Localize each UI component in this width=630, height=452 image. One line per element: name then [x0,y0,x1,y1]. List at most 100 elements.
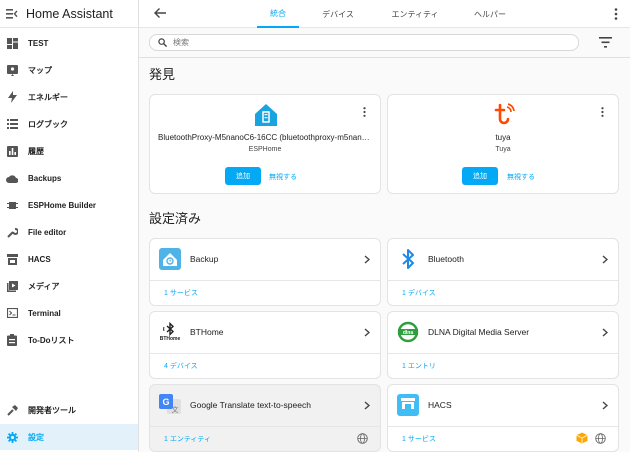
terminal-icon [6,307,18,319]
sidebar-item-test[interactable]: TEST [0,30,138,56]
configured-card-bluetooth[interactable]: Bluetooth 1 デバイス [387,238,619,306]
top-bar: 統合 デバイス エンティティ ヘルパー [139,0,630,28]
card-header[interactable]: G 文 Google Translate text-to-speech [150,385,380,425]
add-button[interactable]: 追加 [225,167,261,185]
divider [388,353,618,354]
card-header[interactable]: dlna DLNA Digital Media Server [388,312,618,352]
configured-card-hacs[interactable]: HACS 1 サービス [387,384,619,452]
divider [150,280,380,281]
chevron-right-icon [364,328,370,337]
configured-heading: 設定済み [149,211,202,226]
sidebar-item-label: メディア [28,281,60,291]
add-button[interactable]: 追加 [462,167,498,185]
card-header[interactable]: Bluetooth [388,239,618,279]
sidebar-item-hacs[interactable]: HACS [0,246,138,272]
sidebar-item-label: HACS [28,254,51,264]
sidebar-item-energy[interactable]: エネルギー [0,84,138,110]
store-icon [6,253,18,265]
sidebar-item-developer-tools[interactable]: 開発者ツール [0,397,138,423]
search-input[interactable] [173,38,553,47]
sidebar-item-esphome-builder[interactable]: ESPHome Builder [0,192,138,218]
sidebar-item-label: Terminal [28,308,61,318]
integration-name: Backup [190,254,219,264]
card-header[interactable]: Backup [150,239,380,279]
tab-helpers[interactable]: ヘルパー [465,0,515,28]
integration-domain: ESPHome [248,146,282,153]
sidebar-item-logbook[interactable]: ログブック [0,111,138,137]
tab-entities[interactable]: エンティティ [385,0,445,28]
ignore-button[interactable]: 無視する [269,172,297,182]
configured-card-bthome[interactable]: BTHome BTHome 4 デバイス [149,311,381,379]
tuya-logo [494,103,515,125]
entities-link[interactable]: 1 エンティティ [164,434,211,444]
divider [388,280,618,281]
card-menu-icon[interactable] [363,107,366,117]
clipboard-icon [6,334,18,346]
sidebar-item-settings[interactable]: 設定 [0,424,138,450]
integration-name: BluetoothProxy-M5nanoC6-16CC (bluetoothp… [158,133,380,142]
bthome-logo-text: BTHome [159,336,181,342]
discovered-card-esphome: BluetoothProxy-M5nanoC6-16CC (bluetoothp… [149,94,381,194]
sidebar-item-history[interactable]: 履歴 [0,138,138,164]
sidebar-item-file-editor[interactable]: File editor [0,219,138,245]
sidebar-item-terminal[interactable]: Terminal [0,300,138,326]
configured-card-dlna[interactable]: dlna DLNA Digital Media Server 1 エントリ [387,311,619,379]
wrench-icon [6,226,18,238]
sidebar-item-label: マップ [28,65,52,75]
card-menu-icon[interactable] [601,107,604,117]
card-header[interactable]: BTHome BTHome [150,312,380,352]
integration-name: tuya [495,133,511,142]
history-chart-icon [6,145,18,157]
sidebar-item-label: 設定 [28,432,44,442]
tab-devices[interactable]: デバイス [313,0,363,28]
sidebar-item-label: エネルギー [28,92,68,102]
chevron-right-icon [364,255,370,264]
sidebar: Home Assistant TEST マップ エネルギー ログブック 履歴 B… [0,0,139,452]
card-header[interactable]: HACS [388,385,618,425]
sidebar-item-label: To-Doリスト [28,335,75,345]
sidebar-item-map[interactable]: マップ [0,57,138,83]
sidebar-item-todo[interactable]: To-Doリスト [0,327,138,353]
svg-text:文: 文 [172,405,179,414]
backup-logo [159,248,181,270]
sidebar-item-label: Backups [28,173,62,183]
configured-card-backup[interactable]: Backup 1 サービス [149,238,381,306]
sidebar-item-backups[interactable]: Backups [0,165,138,191]
configured-card-google-translate[interactable]: G 文 Google Translate text-to-speech 1 エン… [149,384,381,452]
esphome-logo [255,104,277,126]
dashboard-icon [6,37,18,49]
gear-icon [6,431,18,443]
integration-name: Bluetooth [428,254,464,264]
menu-collapse-icon[interactable] [6,8,18,20]
hacs-logo [397,394,419,416]
sidebar-item-label: 開発者ツール [28,405,76,415]
bluetooth-logo [402,249,414,269]
sidebar-item-media[interactable]: メディア [0,273,138,299]
cloud-icon [6,172,18,184]
overflow-menu-icon[interactable] [614,8,618,20]
chevron-right-icon [602,255,608,264]
integration-name: Google Translate text-to-speech [190,400,311,410]
devices-link[interactable]: 4 デバイス [164,361,198,371]
devices-link[interactable]: 1 デバイス [402,288,436,298]
tab-integrations[interactable]: 統合 [257,0,299,28]
chevron-right-icon [602,328,608,337]
filter-icon[interactable] [599,37,612,48]
search-bar [149,34,579,51]
lightning-icon [6,91,18,103]
svg-text:G: G [162,397,169,407]
media-icon [6,280,18,292]
services-link[interactable]: 1 サービス [402,434,436,444]
sidebar-item-label: TEST [28,38,49,48]
sidebar-item-label: ログブック [28,119,68,129]
integration-name: BTHome [190,327,224,337]
back-arrow-icon[interactable] [153,6,167,20]
chip-icon [6,199,18,211]
ignore-button[interactable]: 無視する [507,172,535,182]
entries-link[interactable]: 1 エントリ [402,361,436,371]
hammer-icon [6,404,18,416]
services-link[interactable]: 1 サービス [164,288,198,298]
integration-name: HACS [428,400,452,410]
sidebar-item-label: ESPHome Builder [28,200,97,210]
logbook-icon [6,118,18,130]
